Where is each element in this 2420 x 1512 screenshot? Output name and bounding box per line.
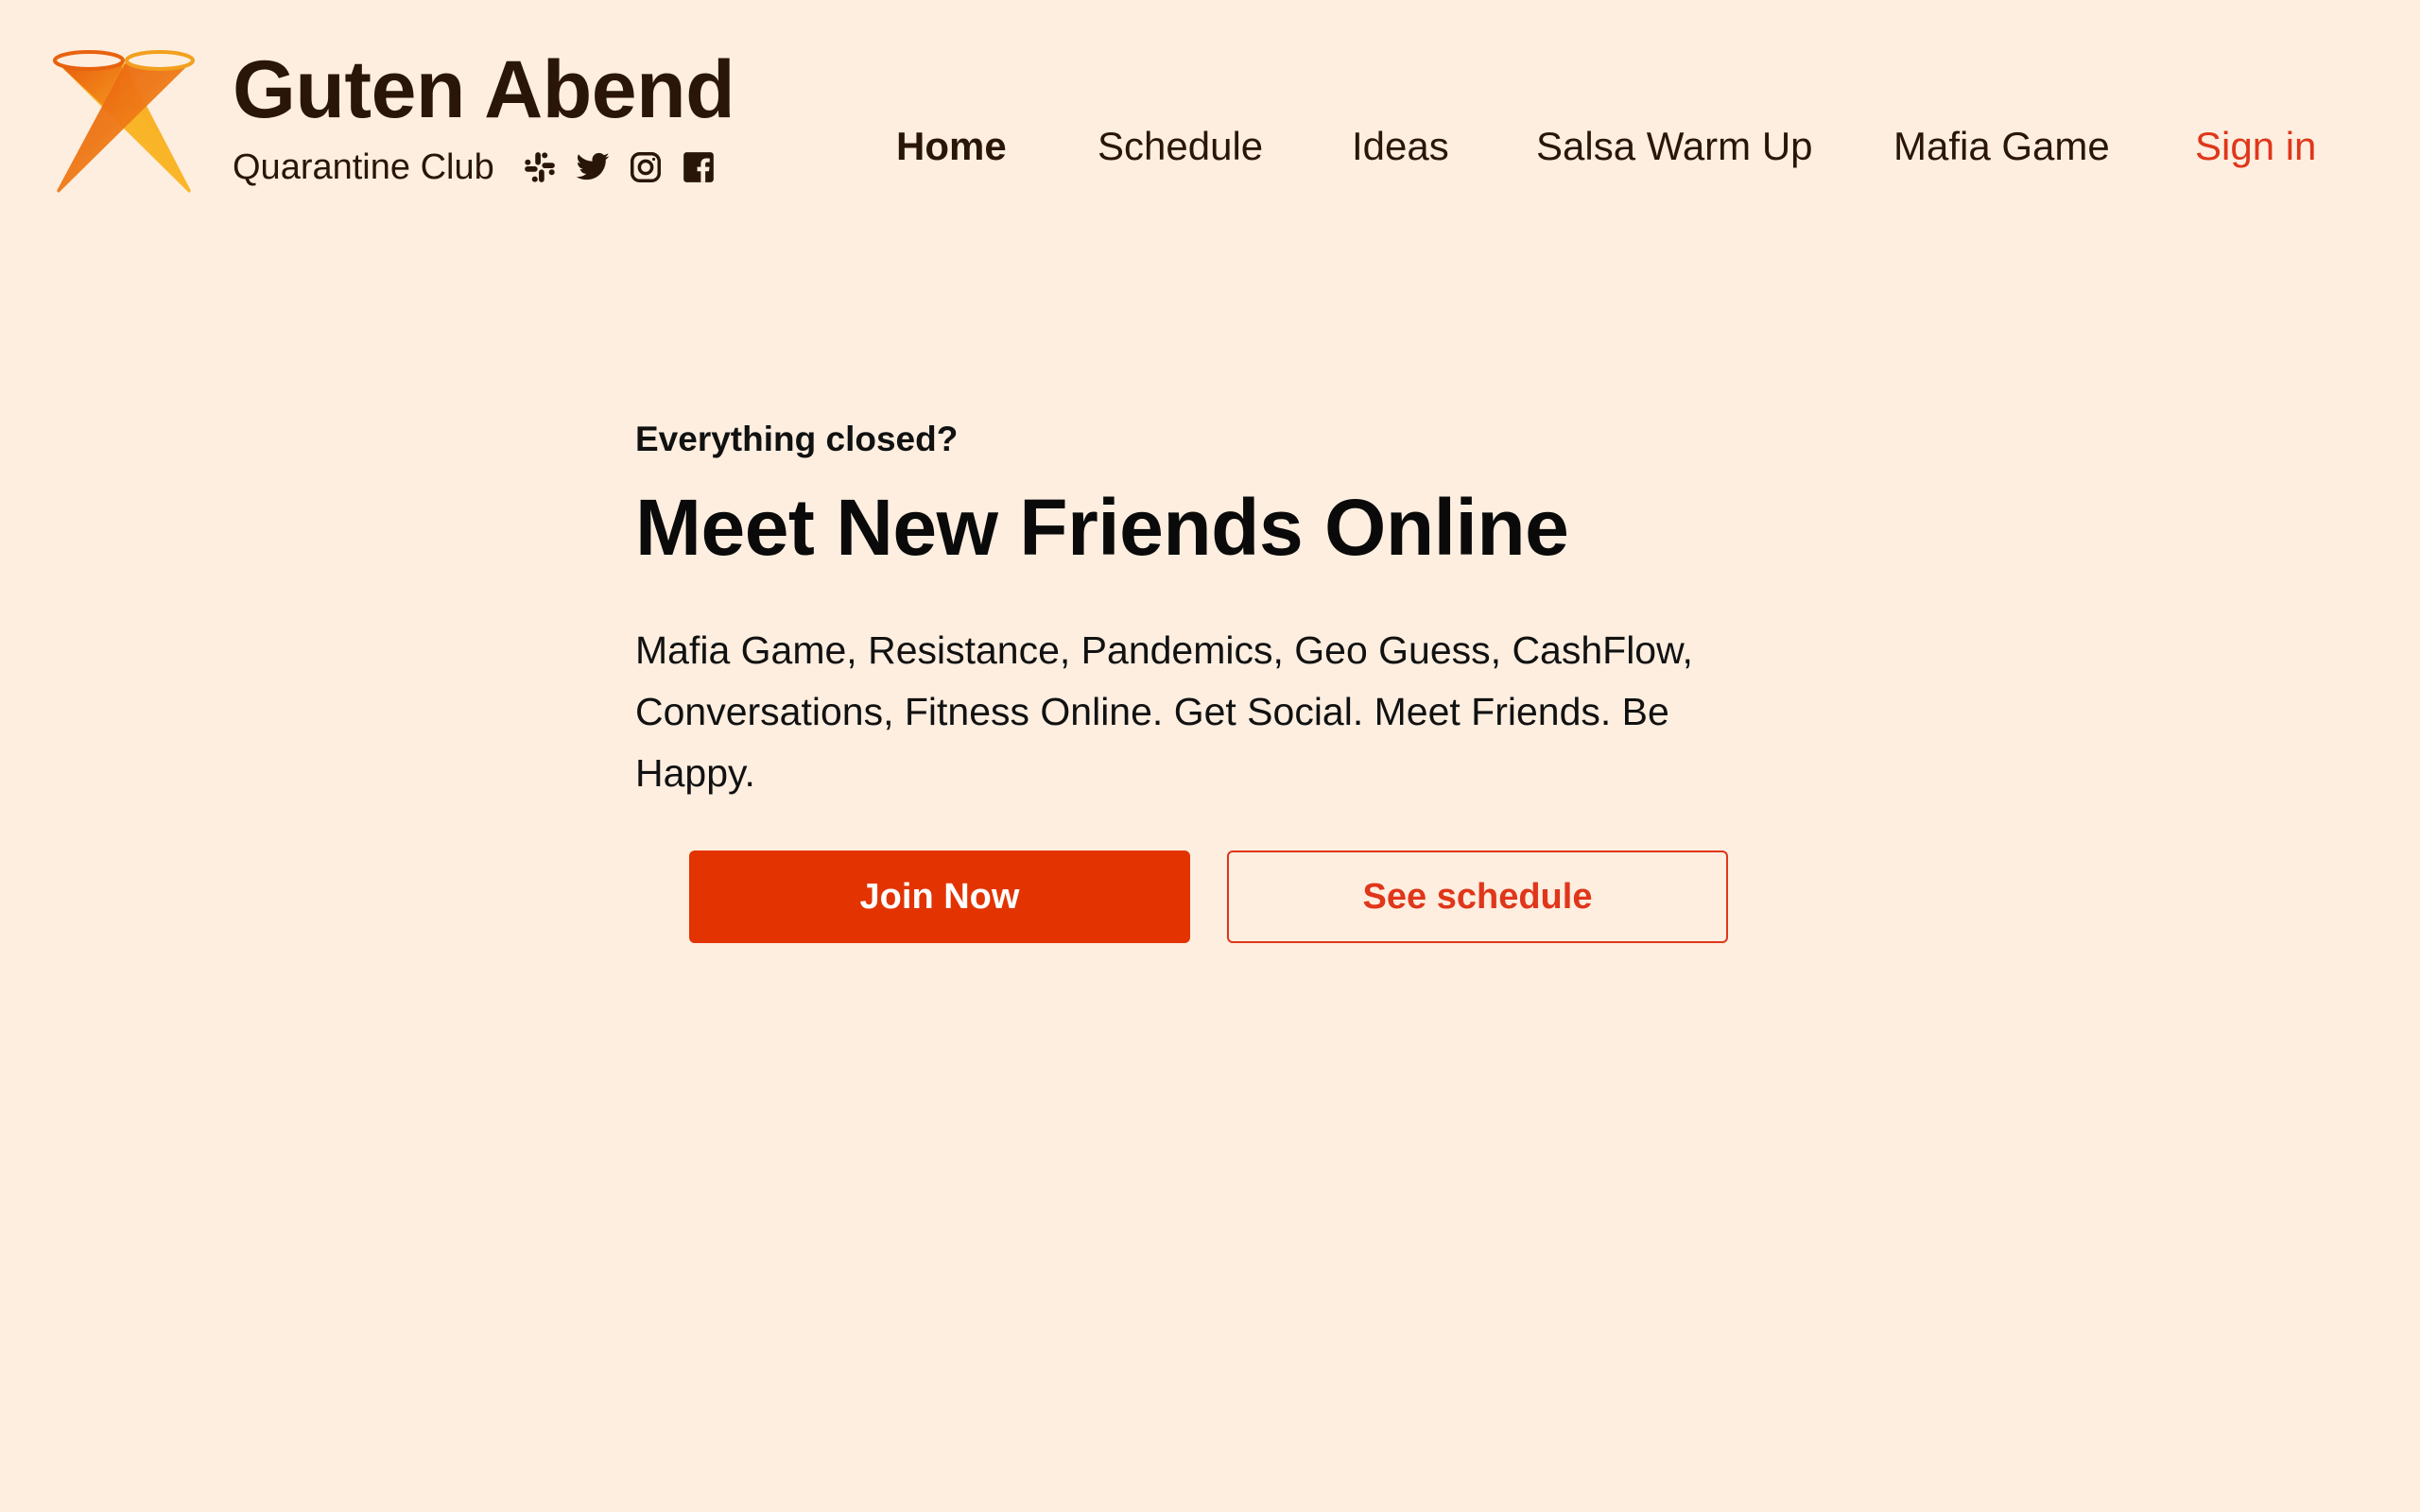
see-schedule-button[interactable]: See schedule [1227, 850, 1728, 943]
sign-in-link[interactable]: Sign in [2195, 118, 2316, 175]
nav-item-schedule[interactable]: Schedule [1098, 118, 1263, 175]
site-header: Guten Abend Quarantine Club Home Schedul… [0, 0, 2420, 217]
nav-item-ideas[interactable]: Ideas [1352, 118, 1449, 175]
hero: Everything closed? Meet New Friends Onli… [635, 416, 1713, 843]
hero-headline: Meet New Friends Online [635, 483, 1569, 572]
hero-eyebrow: Everything closed? [635, 420, 959, 458]
nav-item-mafia-game[interactable]: Mafia Game [1893, 118, 2110, 175]
main-nav: Home Schedule Ideas Salsa Warm Up Mafia … [0, 118, 2420, 175]
nav-item-home[interactable]: Home [896, 118, 1007, 175]
join-now-button[interactable]: Join Now [689, 850, 1190, 943]
hero-description: Mafia Game, Resistance, Pandemics, Geo G… [635, 628, 1693, 796]
nav-item-salsa-warm-up[interactable]: Salsa Warm Up [1536, 118, 1813, 175]
